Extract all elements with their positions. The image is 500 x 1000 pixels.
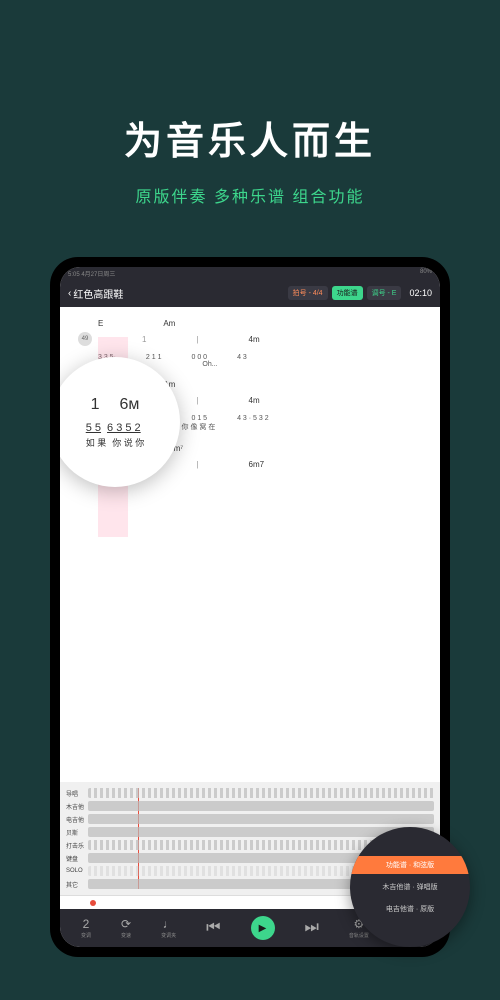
transpose-value: 2 bbox=[83, 917, 90, 931]
zoom-notes: 6 3 5 2 bbox=[107, 422, 141, 434]
top-bar: ‹ 红色高跟鞋 拍号 - 4/4 功能谱 调号 - E 02:10 bbox=[60, 279, 440, 307]
track-label[interactable]: 打击乐 bbox=[66, 840, 84, 850]
status-left: 5:05 4月27日周三 bbox=[68, 269, 115, 277]
zoom-notes: 5 5 bbox=[86, 422, 101, 434]
chevron-left-icon: ‹ bbox=[68, 288, 71, 299]
chord: Am bbox=[163, 319, 175, 328]
tune-icon: ♩ bbox=[163, 917, 175, 931]
lyric: Oh... bbox=[202, 361, 217, 368]
chord: E bbox=[98, 319, 103, 328]
track-label[interactable]: 木吉他 bbox=[66, 801, 84, 811]
zoom-lyrics: 你 说 你 bbox=[112, 436, 144, 449]
prev-icon[interactable]: ⏮ bbox=[206, 919, 220, 937]
track-labels: 导唱 木吉他 电吉他 贝斯 打击乐 键盘 SOLO 其它 bbox=[66, 788, 84, 889]
notation: 0 1 5 bbox=[191, 415, 207, 422]
score-area[interactable]: EAm 491|4m 3 3 5·2 1 10 0 04 3 Ah...Oh..… bbox=[60, 307, 440, 782]
waveform bbox=[88, 788, 434, 798]
sheet-selector-popup: 功能谱 · 和弦版 木吉他谱 · 弹唱版 电吉他谱 · 原版 bbox=[350, 827, 470, 947]
capo-control[interactable]: ♩ 变调夹 bbox=[161, 917, 176, 939]
track-label[interactable]: 电吉他 bbox=[66, 814, 84, 824]
track-label[interactable]: SOLO bbox=[66, 866, 84, 876]
control-label: 变速 bbox=[121, 932, 131, 939]
sheet-option[interactable]: 木吉他谱 · 弹唱版 bbox=[350, 878, 470, 896]
speed-control[interactable]: ⟳ 变速 bbox=[121, 917, 131, 939]
notation: 0 0 0 bbox=[191, 354, 207, 361]
status-bar: 5:05 4月27日周三 80% bbox=[60, 267, 440, 279]
notation: 2 1 1 bbox=[146, 354, 162, 361]
tablet-frame: 5:05 4月27日周三 80% ‹ 红色高跟鞋 拍号 - 4/4 功能谱 调号… bbox=[50, 257, 450, 957]
track-label[interactable]: 键盘 bbox=[66, 853, 84, 863]
back-button[interactable]: ‹ 红色高跟鞋 bbox=[68, 286, 123, 301]
track-label[interactable]: 其它 bbox=[66, 879, 84, 889]
status-right: 80% bbox=[420, 269, 432, 277]
play-button[interactable]: ▶ bbox=[251, 916, 275, 940]
speed-icon: ⟳ bbox=[121, 917, 131, 931]
transpose-control[interactable]: 2 变调 bbox=[81, 917, 91, 939]
degree: 4m bbox=[249, 335, 260, 344]
control-label: 变调夹 bbox=[161, 932, 176, 939]
sheet-option[interactable]: 功能谱 · 和弦版 bbox=[350, 856, 470, 874]
zoom-degree: 1 bbox=[91, 396, 100, 414]
waveform bbox=[88, 814, 434, 824]
playhead-marker[interactable] bbox=[90, 900, 96, 906]
sheet-type-tag[interactable]: 功能谱 bbox=[332, 286, 363, 300]
control-label: 音轨设置 bbox=[349, 932, 369, 939]
key-tag[interactable]: 调号 - E bbox=[367, 286, 402, 300]
degree: 4m bbox=[249, 396, 260, 405]
waveform bbox=[88, 801, 434, 811]
track-label[interactable]: 导唱 bbox=[66, 788, 84, 798]
degree: 1 bbox=[142, 335, 146, 344]
time-signature-tag[interactable]: 拍号 - 4/4 bbox=[288, 286, 328, 300]
sheet-option[interactable]: 电吉他谱 · 原版 bbox=[350, 900, 470, 918]
hero-title: 为音乐人而生 bbox=[0, 110, 500, 165]
measure-number: 49 bbox=[78, 332, 92, 346]
hero-subtitle: 原版伴奏 多种乐谱 组合功能 bbox=[0, 183, 500, 207]
track-label[interactable]: 贝斯 bbox=[66, 827, 84, 837]
zoom-lyrics: 如 果 bbox=[86, 436, 107, 449]
control-label: 变调 bbox=[81, 932, 91, 939]
notation: 4 3 bbox=[237, 354, 247, 361]
degree: 6m7 bbox=[249, 460, 265, 469]
notation: 4 3 · 5 3 2 bbox=[237, 415, 269, 422]
next-icon[interactable]: ⏭ bbox=[305, 919, 319, 937]
elapsed-time: 02:10 bbox=[409, 288, 432, 298]
song-title: 红色高跟鞋 bbox=[73, 286, 123, 301]
zoom-degree: 6ᴍ bbox=[120, 396, 140, 414]
